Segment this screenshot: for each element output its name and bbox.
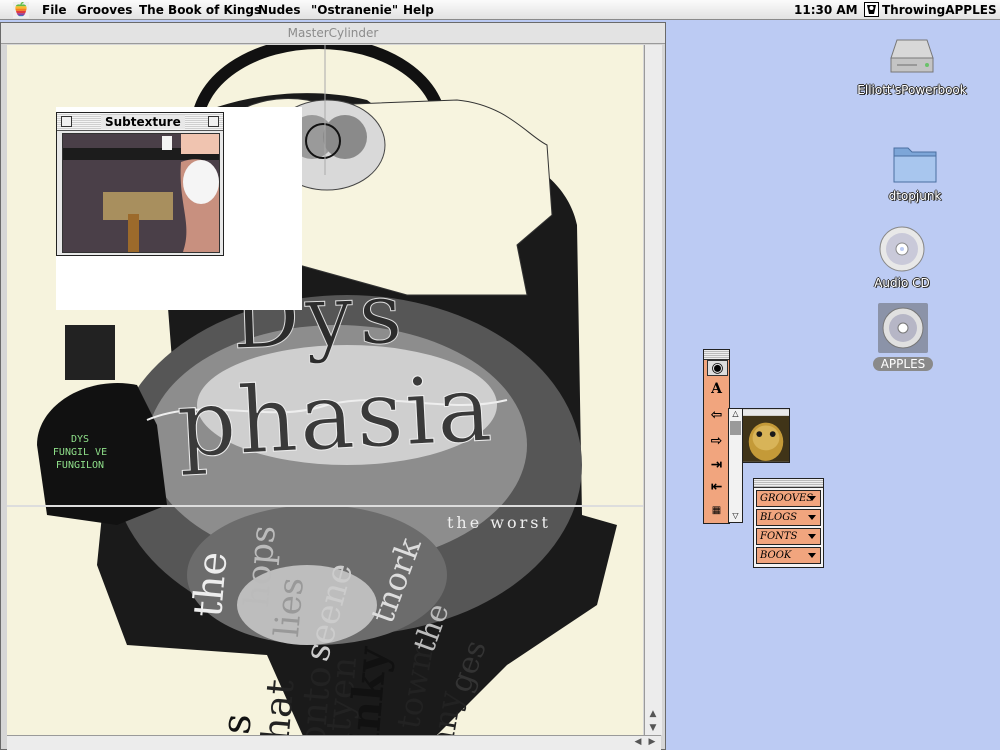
scroll-thumb[interactable] [730, 421, 741, 435]
folder-icon [893, 147, 937, 183]
horizontal-scrollbar[interactable]: ◀ ▶ [7, 735, 661, 750]
palette-menu-blogs[interactable]: BLOGS [756, 509, 821, 526]
scroll-up-arrow-icon[interactable]: △ [730, 409, 741, 419]
tool-palette: ◉ A ⇦ ⇨ ⇥ ⇤ ▦ [703, 349, 730, 524]
cd-icon [879, 226, 925, 272]
vertical-scrollbar[interactable]: ▲ ▼ [644, 45, 662, 735]
hammer-image [62, 133, 220, 253]
apple-menu-icon[interactable] [13, 2, 29, 18]
desktop-icon-label: Elliott'sPowerbook [857, 83, 967, 97]
desktop-icon-label: Audio CD [874, 276, 930, 290]
rotated-word: inky [339, 645, 397, 745]
menu-clock[interactable]: 11:30 AM [794, 3, 858, 17]
desktop-icon-audio-cd[interactable]: Audio CD [842, 225, 962, 290]
hard-drive-icon [890, 39, 934, 73]
window-title-bar[interactable]: MasterCylinder [1, 23, 665, 44]
eye-icon[interactable]: ◉ [707, 360, 728, 376]
rotated-word: the [185, 549, 237, 620]
application-menu-icon[interactable] [864, 2, 879, 17]
menu-nudes[interactable]: Nudes [258, 3, 300, 17]
menu-help[interactable]: Help [403, 3, 434, 17]
palette-menu-label: GROOVES [760, 493, 814, 504]
scroll-down-arrow-icon[interactable]: ▼ [646, 722, 660, 735]
close-box-icon[interactable] [61, 116, 72, 127]
type-icon[interactable]: A [707, 380, 726, 398]
skip-end-icon[interactable]: ⇥ [707, 456, 726, 474]
desktop-icon-powerbook[interactable]: Elliott'sPowerbook [852, 30, 972, 97]
palette-menu-label: BLOGS [760, 512, 798, 523]
desktop-icon-label: dtopjunk [888, 189, 942, 203]
dropdown-arrow-icon [808, 534, 816, 539]
palette-menu-book[interactable]: BOOK [756, 547, 821, 564]
pattern-icon[interactable]: ▦ [707, 502, 726, 520]
subtexture-title-bar[interactable]: Subtexture [57, 113, 223, 131]
menu-ostranenie[interactable]: "Ostranenie" [311, 3, 398, 17]
scroll-down-arrow-icon[interactable]: ▽ [730, 511, 741, 521]
palette-drag-bar[interactable] [754, 479, 823, 488]
window-title: MasterCylinder [287, 26, 379, 40]
dropdown-arrow-icon [808, 496, 816, 501]
subtexture-window[interactable]: Subtexture [56, 112, 224, 256]
side-text: DYS FUNGIL VE FUNGILON [35, 433, 125, 472]
dropdown-arrow-icon [808, 515, 816, 520]
application-menu-label[interactable]: ThrowingAPPLES [882, 3, 997, 17]
zoom-box-icon[interactable] [208, 116, 219, 127]
desktop-icon-dtopjunk[interactable]: dtopjunk [855, 138, 975, 203]
menu-file[interactable]: File [42, 3, 67, 17]
dropdown-arrow-icon [808, 553, 816, 558]
palette-drag-bar[interactable] [704, 350, 729, 360]
side-text-line: FUNGIL VE [52, 447, 108, 458]
scroll-up-arrow-icon[interactable]: ▲ [646, 708, 660, 721]
arrow-left-icon[interactable]: ⇦ [707, 406, 726, 424]
palette-menu-label: FONTS [760, 531, 798, 542]
menu-palette: GROOVES BLOGS FONTS BOOK [753, 478, 824, 568]
menu-grooves[interactable]: Grooves [77, 3, 132, 17]
creature-thumbnail[interactable] [742, 408, 790, 463]
palette-menu-grooves[interactable]: GROOVES [756, 490, 821, 507]
side-text-line: FUNGILON [55, 460, 105, 471]
palette-menu-label: BOOK [760, 550, 792, 561]
menu-the-book-of-kings[interactable]: The Book of Kings [139, 3, 261, 17]
desktop-icon-label: APPLES [872, 357, 934, 371]
menu-bar: File Grooves The Book of Kings Nudes "Os… [0, 0, 1000, 20]
desktop-icon-apples[interactable]: APPLES [843, 302, 963, 371]
hammer-cursor-icon [162, 136, 172, 150]
palette-scroll-strip[interactable]: △ ▽ [728, 408, 743, 523]
side-text-line: DYS [70, 434, 90, 445]
scroll-right-arrow-icon[interactable]: ▶ [645, 736, 659, 749]
skip-start-icon[interactable]: ⇤ [707, 478, 726, 496]
caption-the-worst: the worst [447, 513, 551, 532]
palette-menu-fonts[interactable]: FONTS [756, 528, 821, 545]
arrow-right-icon[interactable]: ⇨ [707, 432, 726, 450]
cd-icon [878, 303, 928, 353]
headline-phasia: phasia [174, 354, 497, 479]
scroll-left-arrow-icon[interactable]: ◀ [631, 736, 645, 749]
subtexture-title: Subtexture [101, 115, 185, 129]
